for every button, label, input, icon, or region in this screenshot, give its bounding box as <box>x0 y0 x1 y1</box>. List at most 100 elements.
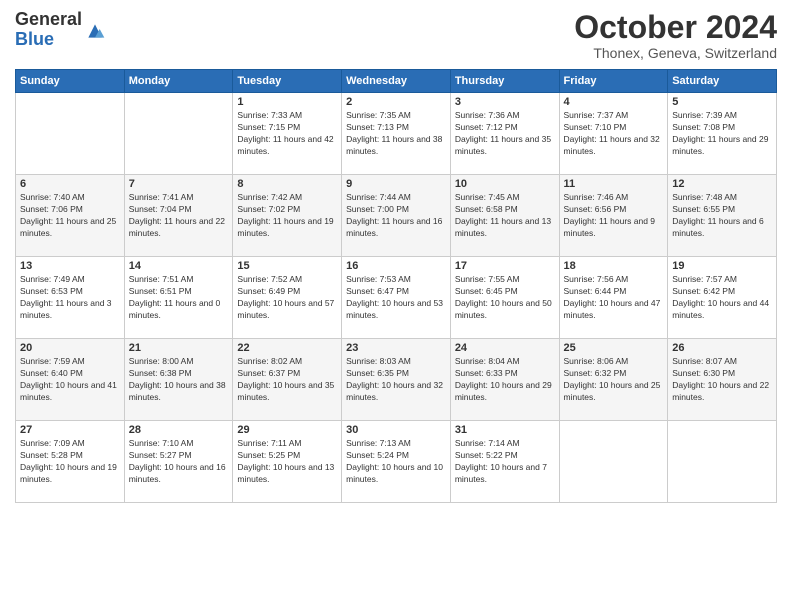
day-number: 1 <box>237 96 337 108</box>
calendar-cell: 25 Sunrise: 8:06 AMSunset: 6:32 PMDayligh… <box>559 339 668 421</box>
day-number: 4 <box>564 96 664 108</box>
day-info: Sunrise: 7:56 AMSunset: 6:44 PMDaylight:… <box>564 274 664 322</box>
day-info: Sunrise: 7:57 AMSunset: 6:42 PMDaylight:… <box>672 274 772 322</box>
day-number: 17 <box>455 260 555 272</box>
day-number: 19 <box>672 260 772 272</box>
calendar-cell: 22Sunrise: 8:02 AMSunset: 6:37 PMDayligh… <box>233 339 342 421</box>
calendar-cell: 30Sunrise: 7:13 AMSunset: 5:24 PMDayligh… <box>342 421 451 503</box>
day-number: 24 <box>455 342 555 354</box>
calendar-cell: 15 Sunrise: 7:52 AMSunset: 6:49 PMDayligh… <box>233 257 342 339</box>
calendar-cell: 31 Sunrise: 7:14 AMSunset: 5:22 PMDayligh… <box>450 421 559 503</box>
calendar-cell: 23 Sunrise: 8:03 AMSunset: 6:35 PMDayligh… <box>342 339 451 421</box>
calendar-cell: 17 Sunrise: 7:55 AMSunset: 6:45 PMDayligh… <box>450 257 559 339</box>
day-info: Sunrise: 7:53 AMSunset: 6:47 PMDaylight:… <box>346 274 446 322</box>
calendar-header-row: SundayMondayTuesdayWednesdayThursdayFrid… <box>16 70 777 93</box>
day-number: 10 <box>455 178 555 190</box>
day-info: Sunrise: 7:33 AMSunset: 7:15 PMDaylight:… <box>237 110 337 158</box>
header: General Blue October 2024 Thonex, Geneva… <box>15 10 777 61</box>
day-info: Sunrise: 7:46 AMSunset: 6:56 PMDaylight:… <box>564 192 664 240</box>
calendar-cell: 28Sunrise: 7:10 AMSunset: 5:27 PMDayligh… <box>124 421 233 503</box>
calendar: SundayMondayTuesdayWednesdayThursdayFrid… <box>15 69 777 503</box>
day-number: 29 <box>237 424 337 436</box>
logo-blue: Blue <box>15 30 82 50</box>
day-number: 12 <box>672 178 772 190</box>
logo-icon <box>85 21 105 41</box>
calendar-cell <box>124 93 233 175</box>
calendar-cell: 10 Sunrise: 7:45 AMSunset: 6:58 PMDayligh… <box>450 175 559 257</box>
day-number: 7 <box>129 178 229 190</box>
calendar-week-row: 13 Sunrise: 7:49 AMSunset: 6:53 PMDayligh… <box>16 257 777 339</box>
calendar-cell: 27 Sunrise: 7:09 AMSunset: 5:28 PMDayligh… <box>16 421 125 503</box>
day-info: Sunrise: 7:41 AMSunset: 7:04 PMDaylight:… <box>129 192 229 240</box>
day-info: Sunrise: 7:45 AMSunset: 6:58 PMDaylight:… <box>455 192 555 240</box>
calendar-cell: 21 Sunrise: 8:00 AMSunset: 6:38 PMDayligh… <box>124 339 233 421</box>
day-info: Sunrise: 7:39 AMSunset: 7:08 PMDaylight:… <box>672 110 772 158</box>
day-info: Sunrise: 7:52 AMSunset: 6:49 PMDaylight:… <box>237 274 337 322</box>
calendar-cell: 13 Sunrise: 7:49 AMSunset: 6:53 PMDayligh… <box>16 257 125 339</box>
day-number: 14 <box>129 260 229 272</box>
logo-general: General <box>15 10 82 30</box>
calendar-cell: 14 Sunrise: 7:51 AMSunset: 6:51 PMDayligh… <box>124 257 233 339</box>
day-info: Sunrise: 7:09 AMSunset: 5:28 PMDaylight:… <box>20 438 120 486</box>
day-info: Sunrise: 7:36 AMSunset: 7:12 PMDaylight:… <box>455 110 555 158</box>
day-info: Sunrise: 7:14 AMSunset: 5:22 PMDaylight:… <box>455 438 555 486</box>
calendar-cell: 16Sunrise: 7:53 AMSunset: 6:47 PMDayligh… <box>342 257 451 339</box>
calendar-week-row: 27 Sunrise: 7:09 AMSunset: 5:28 PMDayligh… <box>16 421 777 503</box>
calendar-cell: 11Sunrise: 7:46 AMSunset: 6:56 PMDayligh… <box>559 175 668 257</box>
calendar-week-row: 1 Sunrise: 7:33 AMSunset: 7:15 PMDaylight… <box>16 93 777 175</box>
calendar-cell: 24 Sunrise: 8:04 AMSunset: 6:33 PMDayligh… <box>450 339 559 421</box>
day-number: 22 <box>237 342 337 354</box>
day-number: 30 <box>346 424 446 436</box>
day-number: 9 <box>346 178 446 190</box>
day-number: 23 <box>346 342 446 354</box>
day-info: Sunrise: 7:44 AMSunset: 7:00 PMDaylight:… <box>346 192 446 240</box>
day-info: Sunrise: 7:49 AMSunset: 6:53 PMDaylight:… <box>20 274 120 322</box>
logo: General Blue <box>15 10 105 50</box>
calendar-cell: 2Sunrise: 7:35 AMSunset: 7:13 PMDaylight… <box>342 93 451 175</box>
day-number: 25 <box>564 342 664 354</box>
day-number: 20 <box>20 342 120 354</box>
calendar-cell: 9 Sunrise: 7:44 AMSunset: 7:00 PMDaylight… <box>342 175 451 257</box>
day-info: Sunrise: 7:35 AMSunset: 7:13 PMDaylight:… <box>346 110 446 158</box>
calendar-cell: 1 Sunrise: 7:33 AMSunset: 7:15 PMDaylight… <box>233 93 342 175</box>
day-info: Sunrise: 8:03 AMSunset: 6:35 PMDaylight:… <box>346 356 446 404</box>
day-number: 27 <box>20 424 120 436</box>
calendar-day-header: Monday <box>124 70 233 93</box>
location: Thonex, Geneva, Switzerland <box>574 45 777 61</box>
day-info: Sunrise: 7:11 AMSunset: 5:25 PMDaylight:… <box>237 438 337 486</box>
calendar-week-row: 20 Sunrise: 7:59 AMSunset: 6:40 PMDayligh… <box>16 339 777 421</box>
calendar-cell: 20 Sunrise: 7:59 AMSunset: 6:40 PMDayligh… <box>16 339 125 421</box>
calendar-cell: 26Sunrise: 8:07 AMSunset: 6:30 PMDayligh… <box>668 339 777 421</box>
calendar-cell: 7 Sunrise: 7:41 AMSunset: 7:04 PMDaylight… <box>124 175 233 257</box>
calendar-cell: 6 Sunrise: 7:40 AMSunset: 7:06 PMDaylight… <box>16 175 125 257</box>
calendar-week-row: 6 Sunrise: 7:40 AMSunset: 7:06 PMDaylight… <box>16 175 777 257</box>
calendar-cell: 3 Sunrise: 7:36 AMSunset: 7:12 PMDaylight… <box>450 93 559 175</box>
calendar-cell: 4Sunrise: 7:37 AMSunset: 7:10 PMDaylight… <box>559 93 668 175</box>
day-number: 6 <box>20 178 120 190</box>
calendar-day-header: Saturday <box>668 70 777 93</box>
calendar-cell <box>668 421 777 503</box>
calendar-cell: 19 Sunrise: 7:57 AMSunset: 6:42 PMDayligh… <box>668 257 777 339</box>
day-info: Sunrise: 7:40 AMSunset: 7:06 PMDaylight:… <box>20 192 120 240</box>
day-info: Sunrise: 8:06 AMSunset: 6:32 PMDaylight:… <box>564 356 664 404</box>
day-info: Sunrise: 7:55 AMSunset: 6:45 PMDaylight:… <box>455 274 555 322</box>
day-number: 15 <box>237 260 337 272</box>
day-number: 28 <box>129 424 229 436</box>
day-info: Sunrise: 7:48 AMSunset: 6:55 PMDaylight:… <box>672 192 772 240</box>
day-info: Sunrise: 7:51 AMSunset: 6:51 PMDaylight:… <box>129 274 229 322</box>
day-number: 3 <box>455 96 555 108</box>
day-number: 21 <box>129 342 229 354</box>
calendar-cell: 12 Sunrise: 7:48 AMSunset: 6:55 PMDayligh… <box>668 175 777 257</box>
page: General Blue October 2024 Thonex, Geneva… <box>0 0 792 612</box>
day-info: Sunrise: 7:42 AMSunset: 7:02 PMDaylight:… <box>237 192 337 240</box>
calendar-cell: 8Sunrise: 7:42 AMSunset: 7:02 PMDaylight… <box>233 175 342 257</box>
day-number: 13 <box>20 260 120 272</box>
calendar-cell: 5Sunrise: 7:39 AMSunset: 7:08 PMDaylight… <box>668 93 777 175</box>
calendar-day-header: Tuesday <box>233 70 342 93</box>
calendar-cell <box>16 93 125 175</box>
day-info: Sunrise: 8:00 AMSunset: 6:38 PMDaylight:… <box>129 356 229 404</box>
title-section: October 2024 Thonex, Geneva, Switzerland <box>574 10 777 61</box>
day-info: Sunrise: 7:59 AMSunset: 6:40 PMDaylight:… <box>20 356 120 404</box>
day-number: 31 <box>455 424 555 436</box>
day-info: Sunrise: 8:04 AMSunset: 6:33 PMDaylight:… <box>455 356 555 404</box>
